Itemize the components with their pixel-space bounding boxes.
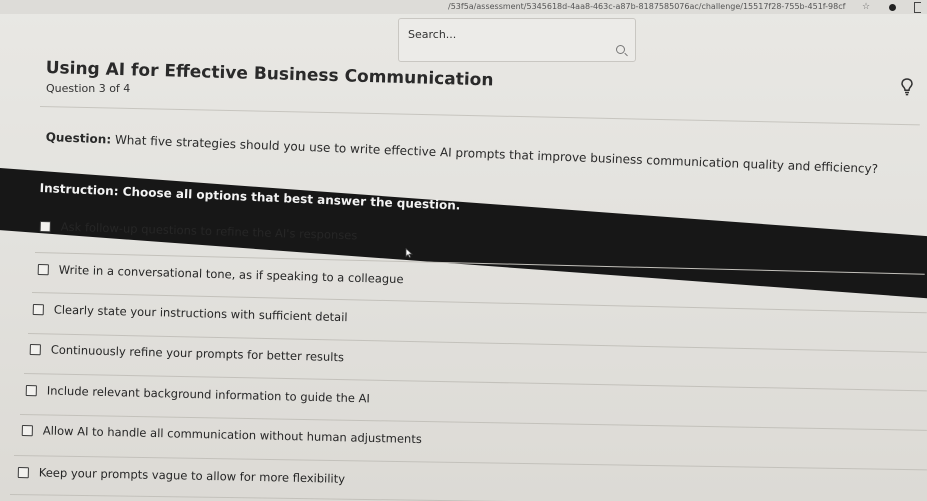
option-checkbox[interactable] (39, 220, 51, 232)
option-checkbox[interactable] (29, 343, 41, 355)
option-3[interactable]: Clearly state your instructions with suf… (32, 302, 348, 325)
option-7[interactable]: Keep your prompts vague to allow for mor… (17, 465, 345, 486)
option-label[interactable]: Continuously refine your prompts for bet… (51, 343, 345, 365)
option-label[interactable]: Allow AI to handle all communication wit… (43, 423, 422, 446)
option-divider (9, 494, 927, 501)
assessment-page: /53f5a/assessment/5345618d-4aa8-463c-a87… (0, 0, 927, 501)
option-checkbox[interactable] (17, 466, 29, 478)
option-label[interactable]: Clearly state your instructions with suf… (54, 303, 348, 325)
option-5[interactable]: Include relevant background information … (25, 383, 370, 406)
options-list: Ask follow-up questions to refine the AI… (0, 0, 927, 501)
mouse-cursor-icon (405, 248, 413, 258)
option-6[interactable]: Allow AI to handle all communication wit… (21, 423, 422, 446)
option-checkbox[interactable] (21, 424, 33, 436)
option-4[interactable]: Continuously refine your prompts for bet… (29, 342, 345, 365)
option-checkbox[interactable] (32, 303, 44, 315)
option-label[interactable]: Ask follow-up questions to refine the AI… (61, 220, 358, 243)
option-label[interactable]: Keep your prompts vague to allow for mor… (39, 465, 345, 485)
option-label[interactable]: Include relevant background information … (47, 384, 370, 406)
option-checkbox[interactable] (25, 384, 37, 396)
option-2[interactable]: Write in a conversational tone, as if sp… (37, 262, 404, 287)
option-checkbox[interactable] (37, 263, 49, 275)
option-label[interactable]: Write in a conversational tone, as if sp… (59, 263, 404, 287)
option-1[interactable]: Ask follow-up questions to refine the AI… (39, 219, 358, 243)
